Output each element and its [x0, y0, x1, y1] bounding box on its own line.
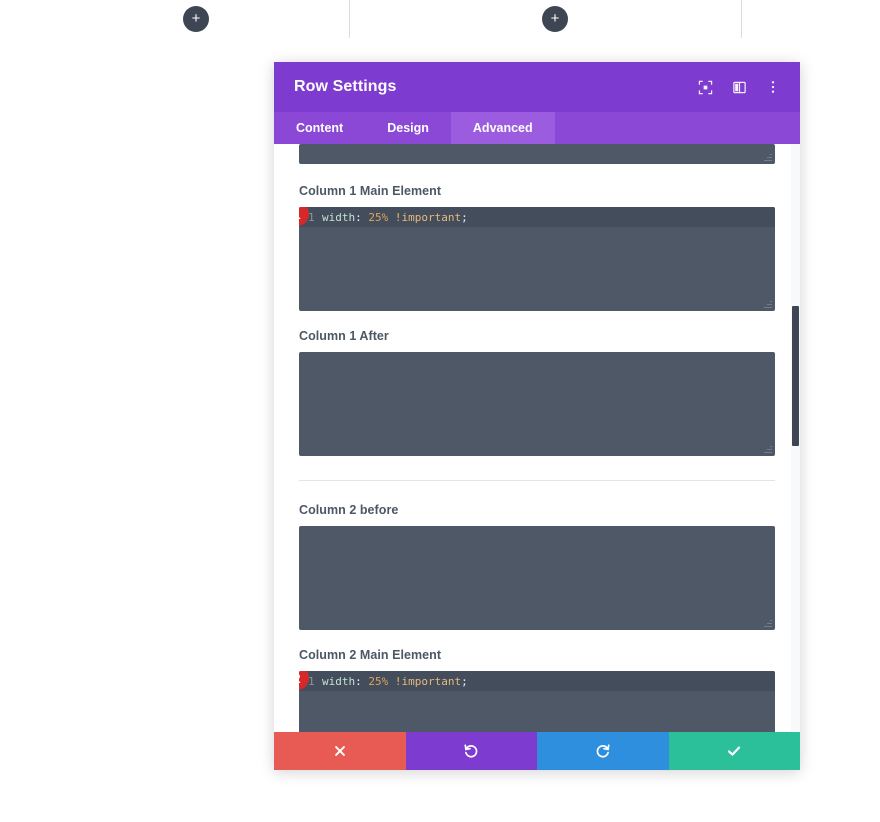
tab-content[interactable]: Content [274, 112, 365, 144]
save-button[interactable] [668, 732, 800, 770]
check-icon [726, 743, 742, 759]
field-column-1-main-element: Column 1 Main Element 1 1 width: 25% !imp… [299, 184, 775, 311]
section-divider [299, 480, 775, 481]
resize-handle[interactable] [764, 301, 772, 309]
field-label: Column 1 Main Element [299, 184, 442, 198]
tab-advanced[interactable]: Advanced [450, 112, 555, 144]
column-divider-left [349, 0, 350, 38]
header-icon-group [696, 78, 782, 96]
plus-icon: + [550, 10, 560, 27]
code-editor-column-2-main-element[interactable]: 2 1width: 25% !important; [299, 671, 775, 732]
field-column-2-before: Column 2 before [299, 503, 775, 630]
plus-icon: + [191, 10, 201, 27]
redo-button[interactable] [537, 732, 669, 770]
undo-icon [463, 743, 479, 759]
more-options-icon[interactable] [764, 78, 782, 96]
settings-scroll-content: Column 1 Main Element 1 1 width: 25% !imp… [299, 144, 775, 732]
code-line[interactable]: 1 width: 25% !important; [299, 671, 775, 691]
code-editor-column-1-main-element[interactable]: 1 1 width: 25% !important; [299, 207, 775, 311]
page-builder-row: + + [0, 0, 880, 40]
add-row-center-button[interactable]: + [542, 6, 568, 32]
scrollbar-thumb[interactable] [792, 306, 799, 446]
code-editor-partial[interactable] [299, 144, 775, 164]
field-column-2-main-element: Column 2 Main Element 2 1width: 25% !imp… [299, 648, 775, 732]
css-colon: : [355, 674, 362, 688]
undo-button[interactable] [405, 732, 537, 770]
css-colon: : [355, 210, 362, 224]
field-partial-top [299, 144, 775, 164]
field-column-1-after: Column 1 After [299, 329, 775, 456]
column-divider-right [741, 0, 742, 38]
css-important: !important [394, 674, 462, 688]
css-value: 25% [368, 210, 389, 224]
css-value: 25% [368, 674, 389, 688]
css-semicolon: ; [461, 210, 468, 224]
code-line[interactable]: 1 width: 25% !important; [299, 207, 775, 227]
cancel-button[interactable] [274, 732, 406, 770]
line-number: 1 [308, 210, 315, 224]
field-label: Column 1 After [299, 329, 389, 343]
modal-footer [274, 732, 800, 770]
css-important: !important [394, 210, 462, 224]
redo-icon [595, 743, 611, 759]
screen-root: + + Row Settings Content Design Advanced… [0, 0, 880, 822]
modal-body: Column 1 Main Element 1 1 width: 25% !imp… [274, 144, 800, 732]
modal-header: Row Settings [274, 62, 800, 112]
css-property: width [322, 674, 356, 688]
field-label: Column 2 before [299, 503, 399, 517]
row-settings-modal: Row Settings Content Design Advanced Col… [274, 62, 800, 770]
code-editor-column-1-after[interactable] [299, 352, 775, 456]
close-icon [333, 744, 347, 758]
resize-handle[interactable] [764, 446, 772, 454]
css-semicolon: ; [461, 674, 468, 688]
split-view-icon[interactable] [730, 78, 748, 96]
field-label: Column 2 Main Element [299, 648, 442, 662]
add-row-left-button[interactable]: + [183, 6, 209, 32]
resize-handle[interactable] [764, 620, 772, 628]
modal-tabbar: Content Design Advanced [274, 112, 800, 144]
modal-title: Row Settings [294, 78, 397, 95]
line-number: 1 [308, 674, 315, 688]
code-editor-column-2-before[interactable] [299, 526, 775, 630]
expand-icon[interactable] [696, 78, 714, 96]
resize-handle[interactable] [764, 154, 772, 162]
tab-design[interactable]: Design [365, 112, 451, 144]
css-property: width [322, 210, 356, 224]
scrollbar-track[interactable] [791, 144, 800, 732]
